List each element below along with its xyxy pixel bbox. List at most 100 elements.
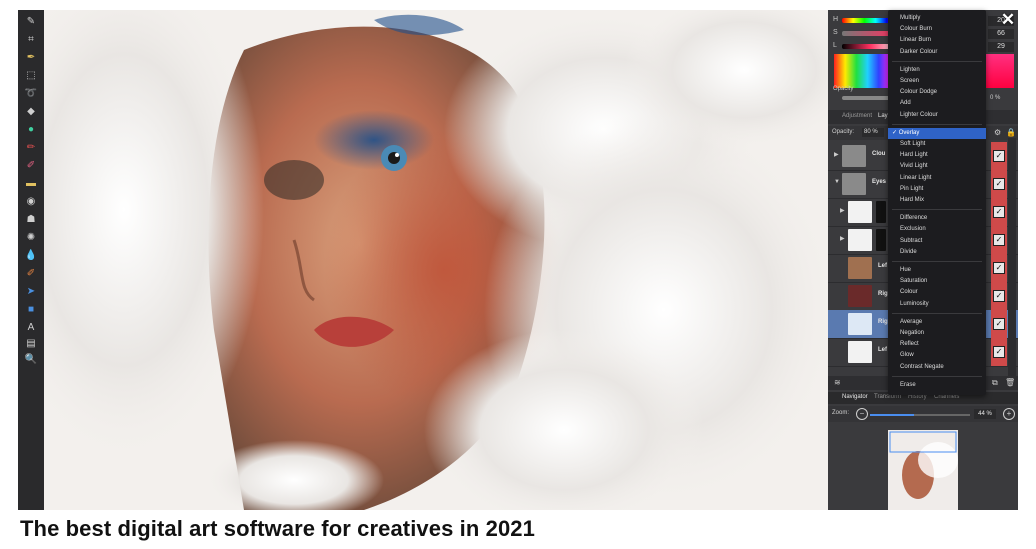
blend-option-add[interactable]: Add xyxy=(888,98,986,109)
sharpen-icon[interactable]: 💧 xyxy=(23,248,39,262)
layer-name: Rig xyxy=(878,291,888,297)
blend-option-pin-light[interactable]: Pin Light xyxy=(888,184,986,195)
blend-option-colour-burn[interactable]: Colour Burn xyxy=(888,24,986,35)
blend-option-hue[interactable]: Hue xyxy=(888,265,986,276)
blend-option-subtract[interactable]: Subtract xyxy=(888,236,986,247)
zoom-slider[interactable] xyxy=(870,414,970,416)
zoom-value[interactable]: 44 % xyxy=(974,409,996,419)
blend-option-reflect[interactable]: Reflect xyxy=(888,339,986,350)
blend-option-contrast-negate[interactable]: Contrast Negate xyxy=(888,362,986,373)
layers-scrollbar[interactable] xyxy=(1008,138,1016,382)
eraser-icon[interactable]: ✐ xyxy=(23,158,39,172)
lock-icon[interactable]: 🔒 xyxy=(1006,128,1016,137)
color-opacity-value: 0 % xyxy=(990,95,1001,101)
blend-option-lighter-colour[interactable]: Lighter Colour xyxy=(888,110,986,121)
visibility-checkbox[interactable]: ✓ xyxy=(993,262,1005,274)
tab-adjustment[interactable]: Adjustment xyxy=(842,113,872,119)
lightness-value[interactable]: 29 xyxy=(988,42,1014,52)
blend-option-negation[interactable]: Negation xyxy=(888,328,986,339)
color-picker-icon[interactable]: ● xyxy=(23,122,39,136)
blend-option-colour[interactable]: Colour xyxy=(888,287,986,298)
visibility-checkbox[interactable]: ✓ xyxy=(993,290,1005,302)
tab-navigator[interactable]: Navigator xyxy=(842,394,868,400)
color-spectrum[interactable] xyxy=(834,54,890,88)
dodge-icon[interactable]: ▬ xyxy=(23,176,39,190)
layer-name: Lef xyxy=(878,263,887,269)
tab-layers[interactable]: Lay xyxy=(878,113,888,119)
expand-icon[interactable]: ▶ xyxy=(834,151,839,158)
fill-icon[interactable]: ◆ xyxy=(23,104,39,118)
zoom-row: Zoom: − 44 % + xyxy=(828,406,1018,422)
blend-option-exclusion[interactable]: Exclusion xyxy=(888,224,986,235)
blend-option-colour-dodge[interactable]: Colour Dodge xyxy=(888,87,986,98)
zoom-out-icon[interactable]: − xyxy=(856,408,868,420)
blend-option-darker-colour[interactable]: Darker Colour xyxy=(888,47,986,58)
paint-brush-icon[interactable]: ✏ xyxy=(23,140,39,154)
current-color-swatch[interactable] xyxy=(984,54,1014,88)
selection-icon[interactable]: ⬚ xyxy=(23,68,39,82)
tools-sidebar: ✎ ⌗ ✒ ⬚ ➰ ◆ ● ✏ ✐ ▬ ◉ ☗ ✺ 💧 ✐ ➤ ■ A ▤ 🔍 xyxy=(18,10,44,510)
blend-option-multiply[interactable]: Multiply xyxy=(888,13,986,24)
blend-option-linear-burn[interactable]: Linear Burn xyxy=(888,35,986,46)
visibility-checkbox[interactable]: ✓ xyxy=(993,346,1005,358)
smudge-icon[interactable]: ☗ xyxy=(23,212,39,226)
pen-icon[interactable]: ✒ xyxy=(23,50,39,64)
blend-option-luminosity[interactable]: Luminosity xyxy=(888,299,986,310)
text-icon[interactable]: A xyxy=(23,320,39,334)
blend-option-hard-light[interactable]: Hard Light xyxy=(888,150,986,161)
layers-stack-icon[interactable]: ≋ xyxy=(834,378,841,387)
layer-thumbnail xyxy=(848,285,872,307)
view-icon[interactable]: ➤ xyxy=(23,284,39,298)
visibility-checkbox[interactable]: ✓ xyxy=(993,318,1005,330)
brush-icon[interactable]: ✎ xyxy=(23,14,39,28)
layer-thumbnail xyxy=(848,341,872,363)
navigator-preview[interactable] xyxy=(888,430,958,510)
blend-option-glow[interactable]: Glow xyxy=(888,350,986,361)
saturation-label: S xyxy=(833,29,838,36)
zoom-in-icon[interactable]: + xyxy=(1003,408,1015,420)
blend-mode-dropdown[interactable]: Multiply Colour Burn Linear Burn Darker Col… xyxy=(888,10,986,395)
blend-option-erase[interactable]: Erase xyxy=(888,380,986,391)
blend-option-overlay[interactable]: ✓ Overlay xyxy=(888,127,986,139)
zoom-icon[interactable]: 🔍 xyxy=(23,352,39,366)
blend-option-hard-mix[interactable]: Hard Mix xyxy=(888,195,986,206)
layer-opacity-label: Opacity: xyxy=(832,129,855,135)
blend-option-divide[interactable]: Divide xyxy=(888,247,986,258)
visibility-checkbox[interactable]: ✓ xyxy=(993,206,1005,218)
layer-name: Eyes xyxy=(872,179,887,185)
visibility-checkbox[interactable]: ✓ xyxy=(993,178,1005,190)
trash-icon[interactable]: 🗑 xyxy=(1005,378,1015,387)
expand-icon[interactable]: ▶ xyxy=(840,207,845,214)
sheet-icon[interactable]: ▤ xyxy=(23,336,39,350)
move-icon[interactable]: ✐ xyxy=(23,266,39,280)
visibility-checkbox[interactable]: ✓ xyxy=(993,234,1005,246)
lasso-icon[interactable]: ➰ xyxy=(23,86,39,100)
blend-option-screen[interactable]: Screen xyxy=(888,76,986,87)
visibility-checkbox[interactable]: ✓ xyxy=(993,150,1005,162)
blend-option-lighten[interactable]: Lighten xyxy=(888,65,986,76)
collapse-icon[interactable]: ▼ xyxy=(834,179,840,185)
blend-option-average[interactable]: Average xyxy=(888,317,986,328)
blend-option-difference[interactable]: Difference xyxy=(888,213,986,224)
artwork-canvas[interactable] xyxy=(44,10,828,510)
crop-icon[interactable]: ⌗ xyxy=(23,32,39,46)
blend-option-soft-light[interactable]: Soft Light xyxy=(888,139,986,150)
saturation-value[interactable]: 66 xyxy=(988,29,1014,39)
dropdown-separator xyxy=(892,375,982,377)
blend-option-linear-light[interactable]: Linear Light xyxy=(888,173,986,184)
gear-icon[interactable]: ⚙ xyxy=(994,128,1001,137)
blend-option-vivid-light[interactable]: Vivid Light xyxy=(888,161,986,172)
dropdown-separator xyxy=(892,312,982,314)
close-icon[interactable]: ✕ xyxy=(1000,11,1016,28)
rectangle-icon[interactable]: ■ xyxy=(23,302,39,316)
color-opacity-slider[interactable] xyxy=(842,96,894,100)
dropdown-separator xyxy=(892,123,982,125)
mask-thumbnail xyxy=(876,201,886,223)
dropdown-separator xyxy=(892,209,982,211)
clone-icon[interactable]: ◉ xyxy=(23,194,39,208)
blend-option-saturation[interactable]: Saturation xyxy=(888,276,986,287)
expand-icon[interactable]: ▶ xyxy=(840,235,845,242)
copy-icon[interactable]: ⧉ xyxy=(992,378,998,388)
layer-opacity-value[interactable]: 80 % xyxy=(862,128,884,137)
blur-icon[interactable]: ✺ xyxy=(23,230,39,244)
